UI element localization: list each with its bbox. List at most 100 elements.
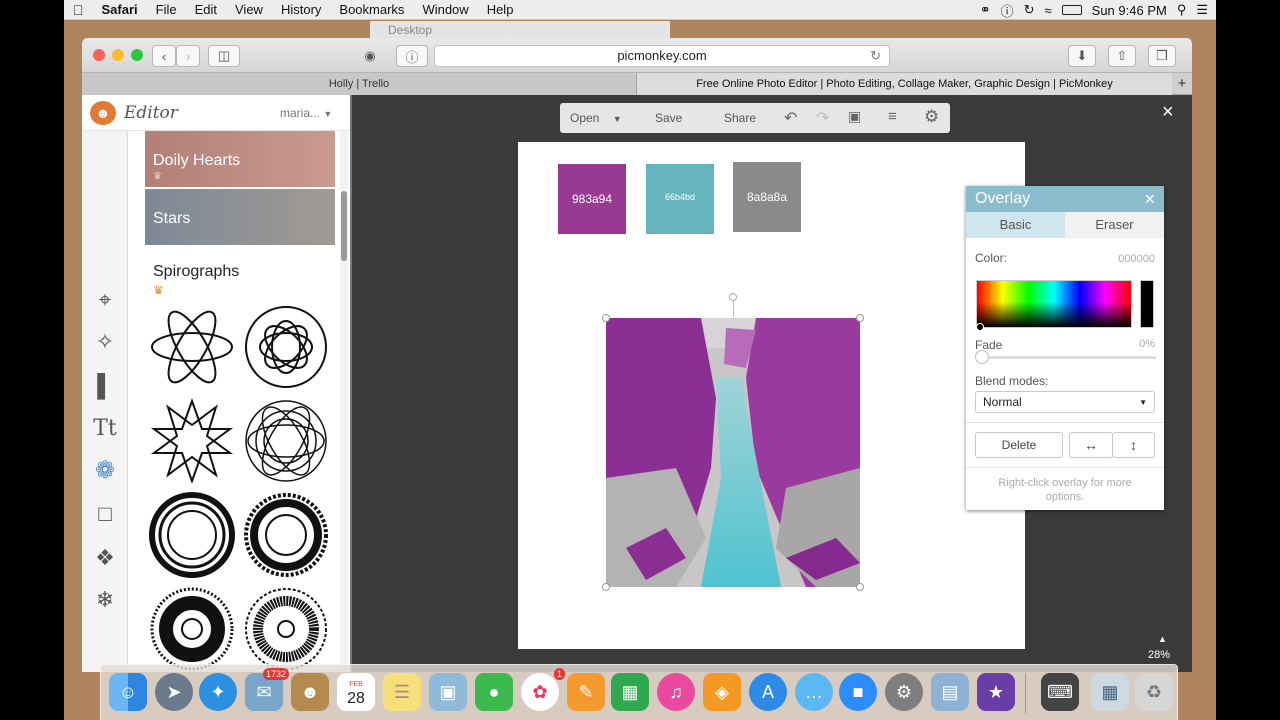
share-icon[interactable]: ⇧: [1108, 45, 1136, 67]
touch-up-lipstick-icon[interactable]: ▌: [90, 371, 120, 401]
redo-icon[interactable]: ↷: [816, 108, 829, 128]
back-button[interactable]: ‹: [152, 45, 176, 67]
forward-button[interactable]: ›: [176, 45, 200, 67]
spirograph-5[interactable]: [149, 492, 235, 578]
undo-icon[interactable]: ↶: [784, 108, 797, 128]
resize-handle-tl[interactable]: [602, 314, 610, 322]
overlay-panel-header[interactable]: Overlay ×: [966, 186, 1164, 212]
numbers-icon[interactable]: ▦: [611, 673, 649, 711]
contacts-icon[interactable]: ☻: [291, 673, 329, 711]
zoom-up-arrow-icon[interactable]: ▲: [1158, 634, 1167, 644]
menu-file[interactable]: File: [147, 2, 186, 17]
keyboard-viewer-icon[interactable]: ⌨: [1041, 673, 1079, 711]
text-icon[interactable]: Tt: [90, 413, 120, 443]
color-swatch-teal[interactable]: 66b4bd: [646, 164, 714, 234]
tab-picmonkey[interactable]: Free Online Photo Editor | Photo Editing…: [637, 73, 1172, 95]
menu-view[interactable]: View: [226, 2, 272, 17]
address-bar[interactable]: picmonkey.com ↻: [434, 45, 890, 67]
spirograph-3[interactable]: [150, 398, 234, 484]
color-picker-cursor[interactable]: [976, 323, 984, 331]
time-machine-icon[interactable]: ↻: [1024, 2, 1035, 18]
category-stars[interactable]: Stars: [145, 189, 335, 245]
blend-mode-select[interactable]: Normal ▼: [975, 391, 1155, 413]
river-canyon-photo[interactable]: [606, 318, 860, 587]
layers-icon[interactable]: ≡: [888, 108, 897, 125]
wifi-icon[interactable]: ≈: [1045, 3, 1052, 18]
tab-eraser[interactable]: Eraser: [1065, 212, 1164, 238]
crop-icon[interactable]: ⌖: [90, 285, 120, 315]
overlays-butterfly-icon[interactable]: ❁: [90, 455, 120, 485]
ibooks-icon[interactable]: ◈: [703, 673, 741, 711]
save-button[interactable]: Save: [655, 111, 682, 125]
messages-icon[interactable]: …: [795, 673, 833, 711]
textures-icon[interactable]: ❖: [90, 543, 120, 573]
color-swatch-gray[interactable]: 8a8a8a: [733, 162, 801, 232]
spirograph-2[interactable]: [245, 306, 327, 388]
rotate-handle[interactable]: [729, 293, 737, 301]
themes-snowflake-icon[interactable]: ❄: [90, 585, 120, 615]
list-scrollbar[interactable]: [340, 131, 348, 672]
clock[interactable]: Sun 9:46 PM: [1092, 3, 1167, 18]
app-store-icon[interactable]: A: [749, 673, 787, 711]
category-doily-hearts[interactable]: Doily Hearts ♛: [145, 131, 335, 187]
color-hex-value[interactable]: 000000: [1118, 253, 1155, 265]
imovie-icon[interactable]: ★: [977, 673, 1015, 711]
menu-window[interactable]: Window: [413, 2, 477, 17]
zoom-window-button[interactable]: [131, 49, 143, 61]
resize-handle-br[interactable]: [856, 583, 864, 591]
close-editor-icon[interactable]: ×: [1162, 101, 1174, 124]
fade-slider-thumb[interactable]: [975, 350, 989, 364]
onepassword-icon[interactable]: ⓘ: [1001, 1, 1014, 20]
monkey-logo-icon[interactable]: ☻: [90, 101, 116, 125]
tabs-overview-icon[interactable]: ❐: [1148, 45, 1176, 67]
spirograph-7[interactable]: [150, 587, 234, 671]
apple-menu-icon[interactable]: : [64, 2, 93, 18]
preview-icon[interactable]: ▣: [429, 673, 467, 711]
brightness-slider[interactable]: [1140, 280, 1154, 328]
overlay-close-icon[interactable]: ×: [1144, 186, 1155, 212]
frames-icon[interactable]: □: [90, 499, 120, 529]
pages-icon[interactable]: ✎: [567, 673, 605, 711]
safari-icon[interactable]: ✦: [199, 673, 237, 711]
system-preferences-icon[interactable]: ⚙: [885, 673, 923, 711]
fade-slider-track[interactable]: [980, 356, 1156, 359]
resize-handle-bl[interactable]: [602, 583, 610, 591]
tab-basic[interactable]: Basic: [966, 212, 1065, 238]
photos-icon[interactable]: ✿ 1: [521, 668, 565, 711]
menu-help[interactable]: Help: [478, 2, 523, 17]
sidebar-toggle-icon[interactable]: ◫: [208, 45, 240, 67]
finder-icon[interactable]: ☺: [109, 673, 147, 711]
creative-cloud-icon[interactable]: ⚭: [980, 2, 991, 18]
tab-trello[interactable]: Holly | Trello: [82, 73, 637, 95]
settings-gear-icon[interactable]: ⚙: [924, 107, 939, 127]
flip-horizontal-icon[interactable]: ↔: [1069, 432, 1113, 458]
menu-bookmarks[interactable]: Bookmarks: [330, 2, 413, 17]
spirograph-8[interactable]: [245, 588, 327, 670]
new-tab-button[interactable]: +: [1172, 73, 1192, 95]
share-button[interactable]: Share: [724, 111, 756, 125]
menu-edit[interactable]: Edit: [186, 2, 226, 17]
spirograph-4[interactable]: [245, 400, 327, 482]
launchpad-icon[interactable]: ➤: [155, 673, 193, 711]
downloads-stack-icon[interactable]: ▦: [1091, 673, 1129, 711]
effects-wand-icon[interactable]: ✧: [90, 327, 120, 357]
mail-icon[interactable]: ✉ 1732: [245, 668, 289, 711]
spirograph-6[interactable]: [244, 493, 328, 577]
design-canvas[interactable]: 983a94 66b4bd 8a8a8a: [518, 142, 1025, 649]
downloads-icon[interactable]: ⬇: [1068, 45, 1096, 67]
notification-center-icon[interactable]: ☰: [1196, 2, 1208, 18]
zoom-level[interactable]: 28%: [1148, 649, 1170, 661]
close-window-button[interactable]: [93, 49, 105, 61]
minimize-window-button[interactable]: [112, 49, 124, 61]
menu-history[interactable]: History: [272, 2, 330, 17]
resize-handle-tr[interactable]: [856, 314, 864, 322]
color-spectrum-picker[interactable]: [976, 280, 1132, 328]
color-swatch-purple[interactable]: 983a94: [558, 164, 626, 234]
open-button[interactable]: Open ▼: [570, 111, 622, 125]
delete-overlay-button[interactable]: Delete: [975, 432, 1063, 458]
spirograph-1[interactable]: [151, 305, 233, 388]
menu-app-name[interactable]: Safari: [93, 2, 147, 17]
image-capture-icon[interactable]: ▤: [931, 673, 969, 711]
image-compare-icon[interactable]: ▣: [848, 108, 861, 125]
reload-icon[interactable]: ↻: [870, 46, 881, 66]
